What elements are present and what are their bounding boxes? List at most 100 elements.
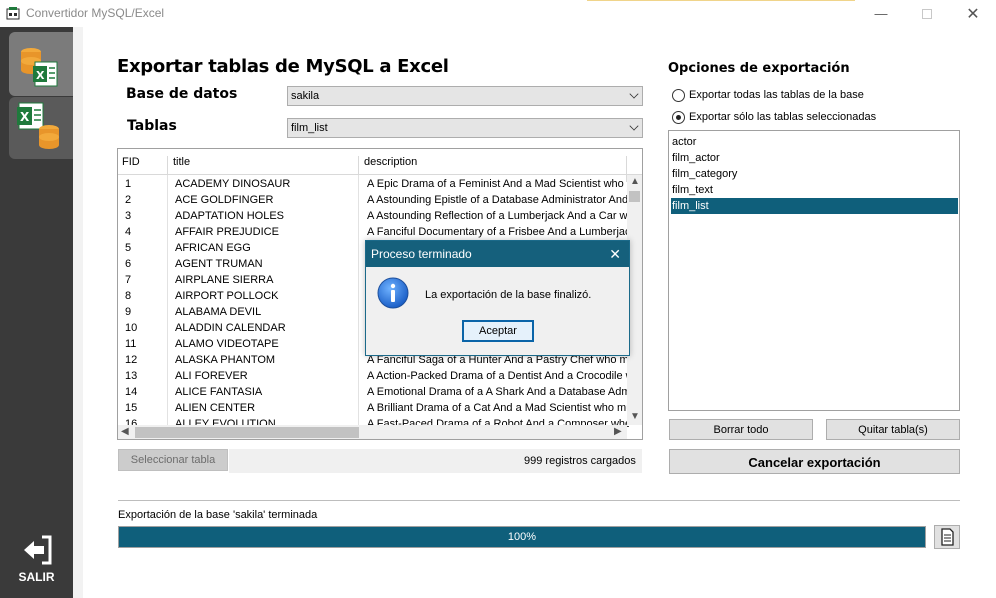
table-row[interactable]: 1 ACADEMY DINOSAUR A Epic Drama of a Femin… bbox=[118, 176, 629, 192]
select-table-button[interactable]: Seleccionar tabla bbox=[118, 449, 228, 471]
tables-select[interactable]: film_list bbox=[287, 118, 643, 138]
cell-title[interactable]: AGENT TRUMAN bbox=[175, 258, 360, 270]
remove-table-button[interactable]: Quitar tabla(s) bbox=[826, 419, 960, 440]
dialog-title-bar: Proceso terminado ✕ bbox=[366, 241, 629, 267]
dialog-close-icon[interactable]: ✕ bbox=[609, 246, 621, 263]
radio-selected-indicator[interactable] bbox=[672, 111, 685, 124]
selected-tables-list[interactable]: actor film_actor film_category film_text fil… bbox=[668, 130, 960, 411]
cell-title[interactable]: ALI FOREVER bbox=[175, 370, 360, 382]
cell-title[interactable]: ALASKA PHANTOM bbox=[175, 354, 360, 366]
window-title: Convertidor MySQL/Excel bbox=[26, 6, 165, 20]
mysql-to-excel-tab[interactable]: X bbox=[9, 32, 73, 96]
cell-title[interactable]: ALIEN CENTER bbox=[175, 402, 360, 414]
exit-button[interactable]: SALIR bbox=[0, 535, 73, 584]
close-window-button[interactable]: ✕ bbox=[950, 0, 996, 27]
mysql-to-excel-icon: X bbox=[21, 48, 58, 87]
dialog-message: La exportación de la base finalizó. bbox=[425, 289, 592, 301]
column-header-fid[interactable]: FID bbox=[122, 156, 140, 168]
scroll-down-icon[interactable]: ▼ bbox=[630, 411, 640, 422]
clear-all-button[interactable]: Borrar todo bbox=[669, 419, 813, 440]
cell-description[interactable]: A Brilliant Drama of a Cat And a Mad Sci… bbox=[367, 402, 629, 414]
cancel-export-button[interactable]: Cancelar exportación bbox=[669, 449, 960, 474]
table-row[interactable]: 4 AFFAIR PREJUDICE A Fanciful Documentary … bbox=[118, 224, 629, 240]
radio-selected-label: Exportar sólo las tablas seleccionadas bbox=[689, 111, 877, 123]
radio-all-label: Exportar todas las tablas de la base bbox=[689, 89, 864, 101]
accept-button[interactable]: Aceptar bbox=[462, 320, 534, 342]
dialog-title: Proceso terminado bbox=[371, 247, 472, 261]
progress-label: 100% bbox=[507, 531, 537, 543]
database-label: Base de datos bbox=[126, 86, 238, 102]
scroll-left-icon[interactable]: ◀ bbox=[121, 426, 129, 437]
minimize-button[interactable]: — bbox=[858, 0, 904, 27]
list-item[interactable]: film_category bbox=[671, 166, 958, 182]
cell-fid[interactable]: 8 bbox=[125, 290, 165, 302]
horizontal-scroll-thumb[interactable] bbox=[135, 427, 359, 438]
table-row[interactable]: 14 ALICE FANTASIA A Emotional Drama of a A… bbox=[118, 384, 629, 400]
sidebar-gutter bbox=[73, 27, 83, 598]
title-bar: Convertidor MySQL/Excel — ✕ bbox=[0, 0, 996, 27]
document-icon bbox=[941, 528, 954, 546]
cell-fid[interactable]: 1 bbox=[125, 178, 165, 190]
table-row[interactable]: 3 ADAPTATION HOLES A Astounding Reflection… bbox=[118, 208, 629, 224]
cell-description[interactable]: A Epic Drama of a Feminist And a Mad Sci… bbox=[367, 178, 629, 190]
close-icon: ✕ bbox=[966, 5, 980, 23]
tables-select-value: film_list bbox=[291, 122, 328, 134]
cell-fid[interactable]: 6 bbox=[125, 258, 165, 270]
table-row[interactable]: 13 ALI FOREVER A Action-Packed Drama of a … bbox=[118, 368, 629, 384]
cell-fid[interactable]: 9 bbox=[125, 306, 165, 318]
export-progress-bar: 100% bbox=[118, 526, 926, 548]
cell-fid[interactable]: 14 bbox=[125, 386, 165, 398]
cell-fid[interactable]: 13 bbox=[125, 370, 165, 382]
scroll-right-icon[interactable]: ▶ bbox=[614, 426, 622, 437]
vertical-scroll-thumb[interactable] bbox=[629, 191, 640, 202]
list-item[interactable]: film_text bbox=[671, 182, 958, 198]
horizontal-scrollbar[interactable]: ◀ ▶ bbox=[118, 425, 627, 439]
column-header-description[interactable]: description bbox=[364, 156, 417, 168]
cell-title[interactable]: ACE GOLDFINGER bbox=[175, 194, 360, 206]
chevron-down-icon bbox=[629, 89, 639, 99]
cell-fid[interactable]: 10 bbox=[125, 322, 165, 334]
cell-description[interactable]: A Fanciful Documentary of a Frisbee And … bbox=[367, 226, 629, 238]
cell-fid[interactable]: 5 bbox=[125, 242, 165, 254]
cell-fid[interactable]: 12 bbox=[125, 354, 165, 366]
cell-description[interactable]: A Astounding Reflection of a Lumberjack … bbox=[367, 210, 629, 222]
cell-title[interactable]: AFFAIR PREJUDICE bbox=[175, 226, 360, 238]
table-row[interactable]: 2 ACE GOLDFINGER A Astounding Epistle of a… bbox=[118, 192, 628, 208]
cell-fid[interactable]: 11 bbox=[125, 338, 165, 350]
cell-fid[interactable]: 3 bbox=[125, 210, 165, 222]
cell-title[interactable]: ALABAMA DEVIL bbox=[175, 306, 360, 318]
column-header-title[interactable]: title bbox=[173, 156, 190, 168]
list-item[interactable]: actor bbox=[671, 134, 958, 150]
exit-icon bbox=[23, 535, 51, 565]
cell-title[interactable]: AIRPLANE SIERRA bbox=[175, 274, 360, 286]
options-title: Opciones de exportación bbox=[668, 61, 850, 76]
list-item[interactable]: film_actor bbox=[671, 150, 958, 166]
table-row[interactable]: 15 ALIEN CENTER A Brilliant Drama of a Cat… bbox=[118, 400, 629, 416]
scroll-up-icon[interactable]: ▲ bbox=[630, 176, 640, 187]
cell-title[interactable]: ACADEMY DINOSAUR bbox=[175, 178, 360, 190]
cell-title[interactable]: ALICE FANTASIA bbox=[175, 386, 360, 398]
list-item[interactable]: film_list bbox=[671, 198, 958, 214]
svg-text:X: X bbox=[20, 110, 30, 124]
cell-fid[interactable]: 7 bbox=[125, 274, 165, 286]
info-icon bbox=[377, 277, 409, 309]
radio-all-indicator[interactable] bbox=[672, 89, 685, 102]
title-accent-line bbox=[587, 0, 855, 1]
cell-description[interactable]: A Astounding Epistle of a Database Admin… bbox=[367, 194, 629, 206]
tables-label: Tablas bbox=[127, 118, 177, 134]
cell-title[interactable]: ADAPTATION HOLES bbox=[175, 210, 360, 222]
grid-header: FID title description bbox=[118, 149, 642, 182]
cell-description[interactable]: A Action-Packed Drama of a Dentist And a… bbox=[367, 370, 629, 382]
cell-fid[interactable]: 15 bbox=[125, 402, 165, 414]
cell-title[interactable]: AIRPORT POLLOCK bbox=[175, 290, 360, 302]
maximize-button[interactable] bbox=[904, 0, 950, 27]
cell-fid[interactable]: 4 bbox=[125, 226, 165, 238]
cell-title[interactable]: ALADDIN CALENDAR bbox=[175, 322, 360, 334]
database-select[interactable]: sakila bbox=[287, 86, 643, 106]
cell-description[interactable]: A Emotional Drama of a A Shark And a Dat… bbox=[367, 386, 629, 398]
open-file-button[interactable] bbox=[934, 525, 960, 549]
cell-title[interactable]: ALAMO VIDEOTAPE bbox=[175, 338, 360, 350]
excel-to-mysql-tab[interactable]: X bbox=[9, 97, 73, 159]
cell-title[interactable]: AFRICAN EGG bbox=[175, 242, 360, 254]
cell-fid[interactable]: 2 bbox=[125, 194, 165, 206]
